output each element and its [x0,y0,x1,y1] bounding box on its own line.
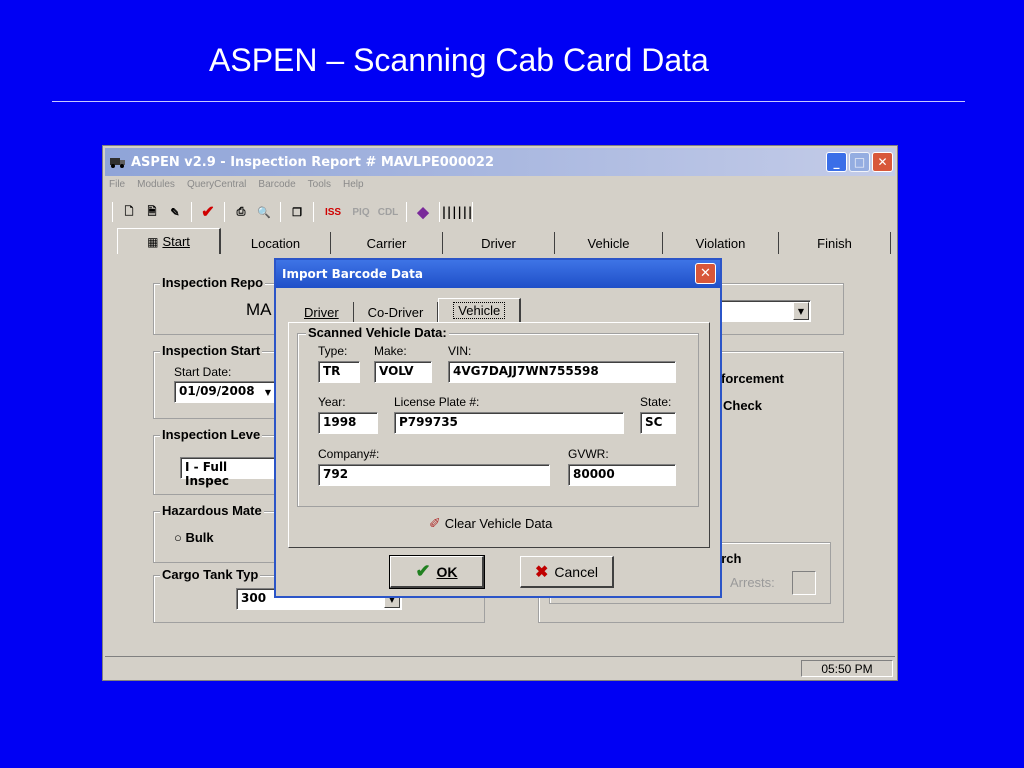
maximize-button[interactable]: □ [849,152,870,172]
company-field[interactable]: 792 [318,464,550,486]
menu-file[interactable]: File [109,179,125,197]
tab-vehicle[interactable]: Vehicle [555,232,663,254]
license-plate-label: License Plate #: [394,395,480,409]
arrests-field[interactable] [792,571,816,595]
title-divider [52,101,965,102]
checkmark-icon[interactable]: ✔ [198,202,218,222]
menu-barcode[interactable]: Barcode [258,179,295,197]
tab-driver[interactable]: Driver [443,232,555,254]
license-plate-field[interactable]: P799735 [394,412,624,434]
cancel-button[interactable]: ✖ Cancel [520,556,614,588]
inspection-start-group: Inspection Start Start Date: 01/09/2008 … [153,343,283,419]
new-document-icon[interactable]: 🗋 [119,202,139,222]
window-title: ASPEN v2.9 - Inspection Report # MAVLPE0… [131,154,495,170]
close-button[interactable]: ✕ [872,152,893,172]
status-bar: 05:50 PM [105,656,895,678]
report-number-partial: MA [246,300,272,319]
make-label: Make: [374,344,407,358]
tab-start[interactable]: ▦ Start [117,228,221,254]
hazardous-materials-group: Hazardous Mate ○ Bulk [153,503,283,563]
dialog-title: Import Barcode Data [282,267,423,281]
main-tabs: ▦ Start Location Carrier Driver Vehicle … [117,228,893,254]
right-group-top: ▼ [717,283,844,335]
dialog-tab-vehicle[interactable]: Vehicle [438,298,522,322]
state-label: State: [640,395,672,409]
toolbar-separator [191,202,192,222]
inspection-level-field[interactable]: I - Full Inspec [180,457,280,488]
menu-tools[interactable]: Tools [308,179,331,197]
tab-finish[interactable]: Finish [779,232,891,254]
ok-button[interactable]: ✔ OK [389,555,485,589]
check-icon: ✔ [415,561,431,581]
type-label: Type: [318,344,348,358]
tab-location[interactable]: Location [221,232,331,254]
state-field[interactable]: SC [640,412,676,434]
menu-help[interactable]: Help [343,179,364,197]
tab-violation[interactable]: Violation [663,232,779,254]
status-time: 05:50 PM [801,660,893,677]
right-dropdown[interactable]: ▼ [717,300,811,322]
start-date-label: Start Date: [174,365,232,379]
dialog-tabs: Driver Co-Driver Vehicle [290,298,522,322]
open-document-icon[interactable]: 🗎 [142,202,162,222]
inspection-level-group: Inspection Leve I - Full Inspec [153,427,283,495]
toolbar-separator [280,202,281,222]
toolbar-separator [406,202,407,222]
type-field[interactable]: TR [318,361,360,383]
menu-bar: File Modules QueryCentral Barcode Tools … [109,179,364,197]
slide-title: ASPEN – Scanning Cab Card Data [209,42,709,78]
bulk-radio[interactable]: ○ Bulk [174,530,214,545]
arrests-label: Arrests: [730,575,775,590]
piq-button[interactable]: PIQ [349,202,373,222]
x-icon: ✖ [535,563,549,581]
toolbar-separator [472,202,473,222]
vehicle-panel: Scanned Vehicle Data: Type: TR Make: VOL… [288,322,710,548]
dialog-tab-driver[interactable]: Driver [290,302,354,322]
inspection-report-group: Inspection Repo MA [153,275,283,335]
start-date-field[interactable]: 01/09/2008 ▼ [174,381,278,403]
clear-vehicle-data-button[interactable]: ✐ Clear Vehicle Data [429,515,552,532]
eraser-icon: ✐ [429,515,441,531]
enforcement-label: forcement [721,371,784,386]
tab-carrier[interactable]: Carrier [331,232,443,254]
toolbar-separator [313,202,314,222]
menu-querycentral[interactable]: QueryCentral [187,179,246,197]
year-field[interactable]: 1998 [318,412,378,434]
company-label: Company#: [318,447,380,461]
vin-field[interactable]: 4VG7DAJJ7WN755598 [448,361,676,383]
copy-icon[interactable]: ❐ [287,202,307,222]
scanned-vehicle-group: Scanned Vehicle Data: Type: TR Make: VOL… [297,325,699,507]
minimize-button[interactable]: _ [826,152,847,172]
dialog-tab-co-driver[interactable]: Co-Driver [354,302,439,322]
print-icon[interactable]: ⎙ [231,202,251,222]
year-label: Year: [318,395,346,409]
radio-icon: ○ [174,530,186,545]
book-icon[interactable]: ◆ [413,202,433,222]
dialog-titlebar[interactable]: Import Barcode Data ✕ [276,260,720,288]
window-titlebar[interactable]: ASPEN v2.9 - Inspection Report # MAVLPE0… [105,148,895,176]
print-preview-icon[interactable]: 🔍 [254,202,274,222]
check-label: Check [723,398,763,413]
barcode-icon[interactable]: |||||| [440,202,473,222]
cdl-button[interactable]: CDL [376,202,400,222]
iss-button[interactable]: ISS [320,202,346,222]
toolbar: 🗋 🗎 ✎ ✔ ⎙ 🔍 ❐ ISS PIQ CDL ◆ |||||| [109,200,476,224]
edit-icon[interactable]: ✎ [165,202,185,222]
chevron-down-icon[interactable]: ▼ [793,302,809,320]
dialog-close-button[interactable]: ✕ [695,263,716,284]
toolbar-separator [224,202,225,222]
start-icon: ▦ [147,234,159,249]
truck-icon [110,158,125,168]
gvwr-field[interactable]: 80000 [568,464,676,486]
import-barcode-dialog: Import Barcode Data ✕ Driver Co-Driver V… [274,258,722,598]
toolbar-separator [112,202,113,222]
vin-label: VIN: [448,344,472,358]
make-field[interactable]: VOLV [374,361,432,383]
gvwr-label: GVWR: [568,447,609,461]
menu-modules[interactable]: Modules [137,179,175,197]
